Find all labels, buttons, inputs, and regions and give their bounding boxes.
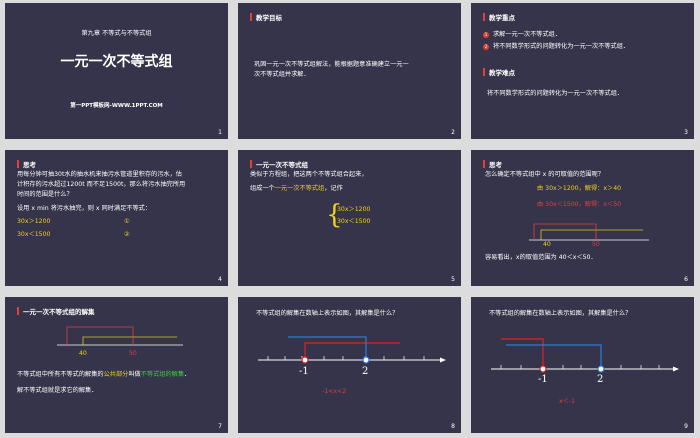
accent-bar [483,13,485,21]
solution-range-red [501,338,544,369]
slide-thumbnail-8[interactable]: 不等式组的解集在数轴上表示如图，其解集是什么？ -1 2 -1<x<2 8 [238,297,461,433]
accent-bar [250,13,252,21]
axis-arrow [440,357,446,363]
slide-thumbnail-7[interactable]: 一元一次不等式组的解集 40 50 不等式组中所有不等式的解集的公共部分叫做不等… [5,297,228,433]
tick-label-50: 50 [592,241,600,248]
slide-number: 7 [218,423,222,430]
slide-thumbnail-4[interactable]: 思考 用每分钟可抽30t水的抽水机来抽污水管道里积存的污水，估 计积存的污水超过… [5,150,228,286]
solution-range-red [304,342,400,360]
inequality-marker-1: ① [124,218,130,225]
inequality-1: 30x＞1200 [337,206,371,213]
endpoint-open-red [301,356,309,364]
inequality-2: 30x＜1500 [17,231,51,238]
body-text-line: 时间的范围是什么？ [17,191,73,198]
slide-title: 一元一次不等式组 [60,54,173,70]
slide-number: 6 [684,276,688,283]
number-line-diagram [491,338,679,373]
slide-number: 4 [218,276,222,283]
body-text-line: 设用 x min 将污水抽完，则 x 同时满足不等式： [17,205,152,212]
slide-thumbnail-3[interactable]: 教学重点 1 求解一元一次不等式组． 2 将不同数学形式的问题转化为一元一次不等… [471,3,694,139]
endpoint-open-blue [597,365,605,373]
slide-number: 5 [451,276,455,283]
chapter-label: 第九章 不等式与不等式组 [81,30,152,37]
inequality-1: 30x＞1200 [17,218,51,225]
range-mark-lower [540,229,643,240]
term-highlight: 公共部分 [103,371,129,378]
body-text-line: 巩固一元一次不等式组解法，能根据题意准确建立一元一 [254,61,409,68]
tick-label-2: 2 [362,366,369,377]
number-line-diagram [57,326,183,346]
tick-label-2: 2 [597,374,604,385]
tick-label-50: 50 [129,350,137,357]
answer-text: x＜-1 [559,398,576,405]
slide-thumbnail-6[interactable]: 思考 怎么确定不等式组中 x 的可取值的范围呢？ 由 30x＞1200，解得：x… [471,150,694,286]
slide-thumbnail-1[interactable]: 第九章 不等式与不等式组 一元一次不等式组 第一PPT模板网-WWW.1PPT.… [5,3,228,139]
section-header: 一元一次不等式组 [250,159,308,169]
body-text-line: 计积存的污水超过1200t 而不足1500t，那么将污水抽完所用 [17,181,186,188]
number-line-diagram [529,223,649,241]
body-text-line: 将不同数学形式的问题转化为一元一次不等式组． [487,90,624,97]
accent-bar [17,160,19,168]
body-text-line: 次不等式组并求解． [254,71,310,78]
tick-label-40: 40 [543,241,551,248]
section-header: 思考 [17,159,36,169]
number-line-diagram [258,336,446,364]
list-bullet-2: 2 [483,44,489,50]
list-item: 将不同数学形式的问题转化为一元一次不等式组． [493,43,630,50]
body-text-line: 用每分钟可抽30t水的抽水机来抽污水管道里积存的污水，估 [17,171,182,178]
body-text-line: 类似于方程组，把这两个不等式组合起来， [250,171,368,178]
inequality-2: 30x＜1500 [337,218,371,225]
slide-thumbnail-9[interactable]: 不等式组的解集在数轴上表示如图，其解集是什么？ -1 2 x＜-1 9 [471,297,694,433]
solution-range-blue [288,336,367,360]
range-mark-upper [66,326,134,345]
list-bullet-1: 1 [483,32,489,38]
slide-number: 8 [451,423,455,430]
axis-arrow [673,366,679,372]
section-header: 教学难点 [483,67,515,77]
endpoint-open-blue [362,356,370,364]
body-text-line: 组成一个一元一次不等式组，记作 [250,185,343,192]
answer-text: -1<x<2 [322,388,347,395]
solution-range-blue [506,344,602,369]
section-header: 教学重点 [483,12,515,22]
accent-bar [483,68,485,76]
conclusion-text: 容易看出，x的取值范围为 40＜x＜50． [485,254,597,261]
list-item: 求解一元一次不等式组． [493,31,562,38]
body-text-line: 不等式组中所有不等式的解集的公共部分叫做不等式组的解集． [17,371,191,378]
inequality-marker-2: ② [124,231,130,238]
slide-thumbnail-5[interactable]: 一元一次不等式组 类似于方程组，把这两个不等式组合起来， 组成一个一元一次不等式… [238,150,461,286]
endpoint-open-red [539,365,547,373]
term-highlight: 不等式组的解集 [140,371,185,378]
slide-thumbnail-2[interactable]: 教学目标 巩固一元一次不等式组解法，能根据题意准确建立一元一 次不等式组并求解．… [238,3,461,139]
term-highlight: 一元一次不等式组 [274,185,325,192]
slide-number: 9 [684,423,688,430]
range-mark-upper [533,223,597,240]
site-credit: 第一PPT模板网-WWW.1PPT.COM [70,103,163,109]
tick-label-minus-1: -1 [538,374,548,385]
range-mark-lower [82,336,177,345]
slide-number: 2 [451,129,455,136]
body-text-line: 解不等式组就是求它的解集． [17,387,98,394]
accent-bar [250,160,252,168]
section-header: 教学目标 [250,12,282,22]
slide-number: 3 [684,129,688,136]
tick-label-minus-1: -1 [299,366,309,377]
tick-label-40: 40 [79,350,87,357]
slide-number: 1 [218,129,222,136]
